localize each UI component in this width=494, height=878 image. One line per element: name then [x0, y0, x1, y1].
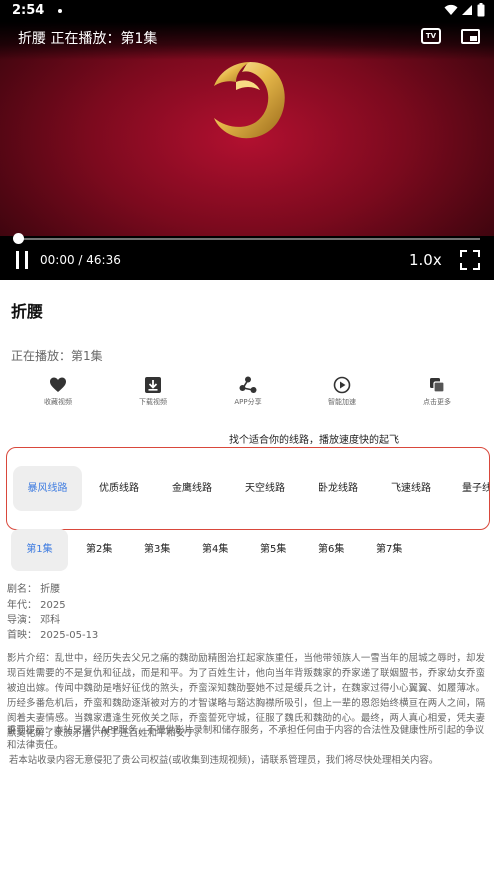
more-icon	[430, 378, 445, 393]
meta-year: 年代： 2025	[7, 600, 66, 611]
episode-2[interactable]: 第2集	[86, 529, 112, 571]
line-option-jinying[interactable]: 金鹰线路	[172, 466, 212, 511]
episode-7[interactable]: 第7集	[376, 529, 402, 571]
notification-dot-icon	[58, 9, 62, 13]
line-option-tiankong[interactable]: 天空线路	[245, 466, 285, 511]
current-time: 00:00	[40, 253, 75, 267]
meta-director: 导演： 邓科	[7, 615, 61, 626]
now-playing-label: 正在播放：第1集	[11, 349, 103, 363]
progress-thumb[interactable]	[13, 233, 24, 244]
episode-5[interactable]: 第5集	[260, 529, 286, 571]
show-title: 折腰	[11, 302, 44, 321]
wifi-icon	[444, 4, 458, 15]
line-option-youzhi[interactable]: 优质线路	[99, 466, 139, 511]
smart-accelerate-label: 智能加速	[328, 398, 356, 406]
smart-accelerate-button[interactable]: 智能加速	[304, 376, 380, 407]
copyright-notice: 若本站收录内容无意侵犯了贵公司权益(或收集到违规视频)，请联系管理员，我们将尽快…	[9, 755, 439, 766]
episode-4[interactable]: 第4集	[202, 529, 228, 571]
episode-6[interactable]: 第6集	[318, 529, 344, 571]
player-title: 折腰 正在播放：第1集	[18, 31, 158, 47]
fullscreen-icon[interactable]	[460, 250, 480, 270]
battery-icon	[477, 3, 485, 17]
playback-speed-button[interactable]: 1.0x	[409, 251, 442, 269]
cast-tv-icon[interactable]: TV	[421, 28, 441, 44]
favorite-label: 收藏视频	[44, 398, 72, 406]
status-bar: 2:54	[0, 0, 494, 22]
channel-logo-icon	[214, 62, 285, 139]
more-label: 点击更多	[423, 398, 451, 406]
more-button[interactable]: 点击更多	[399, 376, 475, 407]
episode-3[interactable]: 第3集	[144, 529, 170, 571]
disclaimer-notice: 重要提示：本站只提供APP服务，不提供影片录制和储存服务，不承担任何由于内容的合…	[7, 725, 485, 751]
heart-icon	[50, 377, 66, 392]
progress-bar[interactable]	[18, 238, 480, 240]
action-bar: 收藏视频 下载视频 APP分享 智能加速 点击更多	[0, 376, 494, 412]
line-hint: 找个适合你的线路，播放速度快的起飞	[229, 435, 399, 446]
picture-in-picture-icon[interactable]	[461, 29, 480, 44]
status-time: 2:54	[12, 3, 45, 18]
line-option-feisu[interactable]: 飞速线路	[391, 466, 431, 511]
play-pause-icon[interactable]	[15, 251, 29, 269]
video-player[interactable]: 折腰 正在播放：第1集 TV 00:00 / 46:36 1.0x	[0, 22, 494, 280]
line-option-baofeng[interactable]: 暴风线路	[13, 466, 82, 511]
line-option-wolong[interactable]: 卧龙线路	[318, 466, 358, 511]
speed-icon	[333, 376, 351, 394]
meta-name: 剧名： 折腰	[7, 584, 61, 595]
download-icon	[145, 377, 161, 393]
favorite-button[interactable]: 收藏视频	[20, 376, 96, 407]
share-button[interactable]: APP分享	[210, 376, 286, 407]
download-label: 下载视频	[139, 398, 167, 406]
share-icon	[239, 376, 257, 393]
playback-time: 00:00 / 46:36	[40, 253, 121, 267]
download-button[interactable]: 下载视频	[115, 376, 191, 407]
time-separator: /	[74, 253, 87, 267]
share-label: APP分享	[234, 398, 262, 406]
line-option-liangzi[interactable]: 量子线路	[462, 466, 489, 511]
episode-1[interactable]: 第1集	[11, 529, 68, 571]
signal-icon	[462, 5, 472, 15]
duration: 46:36	[86, 253, 121, 267]
meta-premiere: 首映： 2025-05-13	[7, 630, 99, 641]
line-selector: 暴风线路 优质线路 金鹰线路 天空线路 卧龙线路 飞速线路 量子线路	[6, 447, 490, 530]
